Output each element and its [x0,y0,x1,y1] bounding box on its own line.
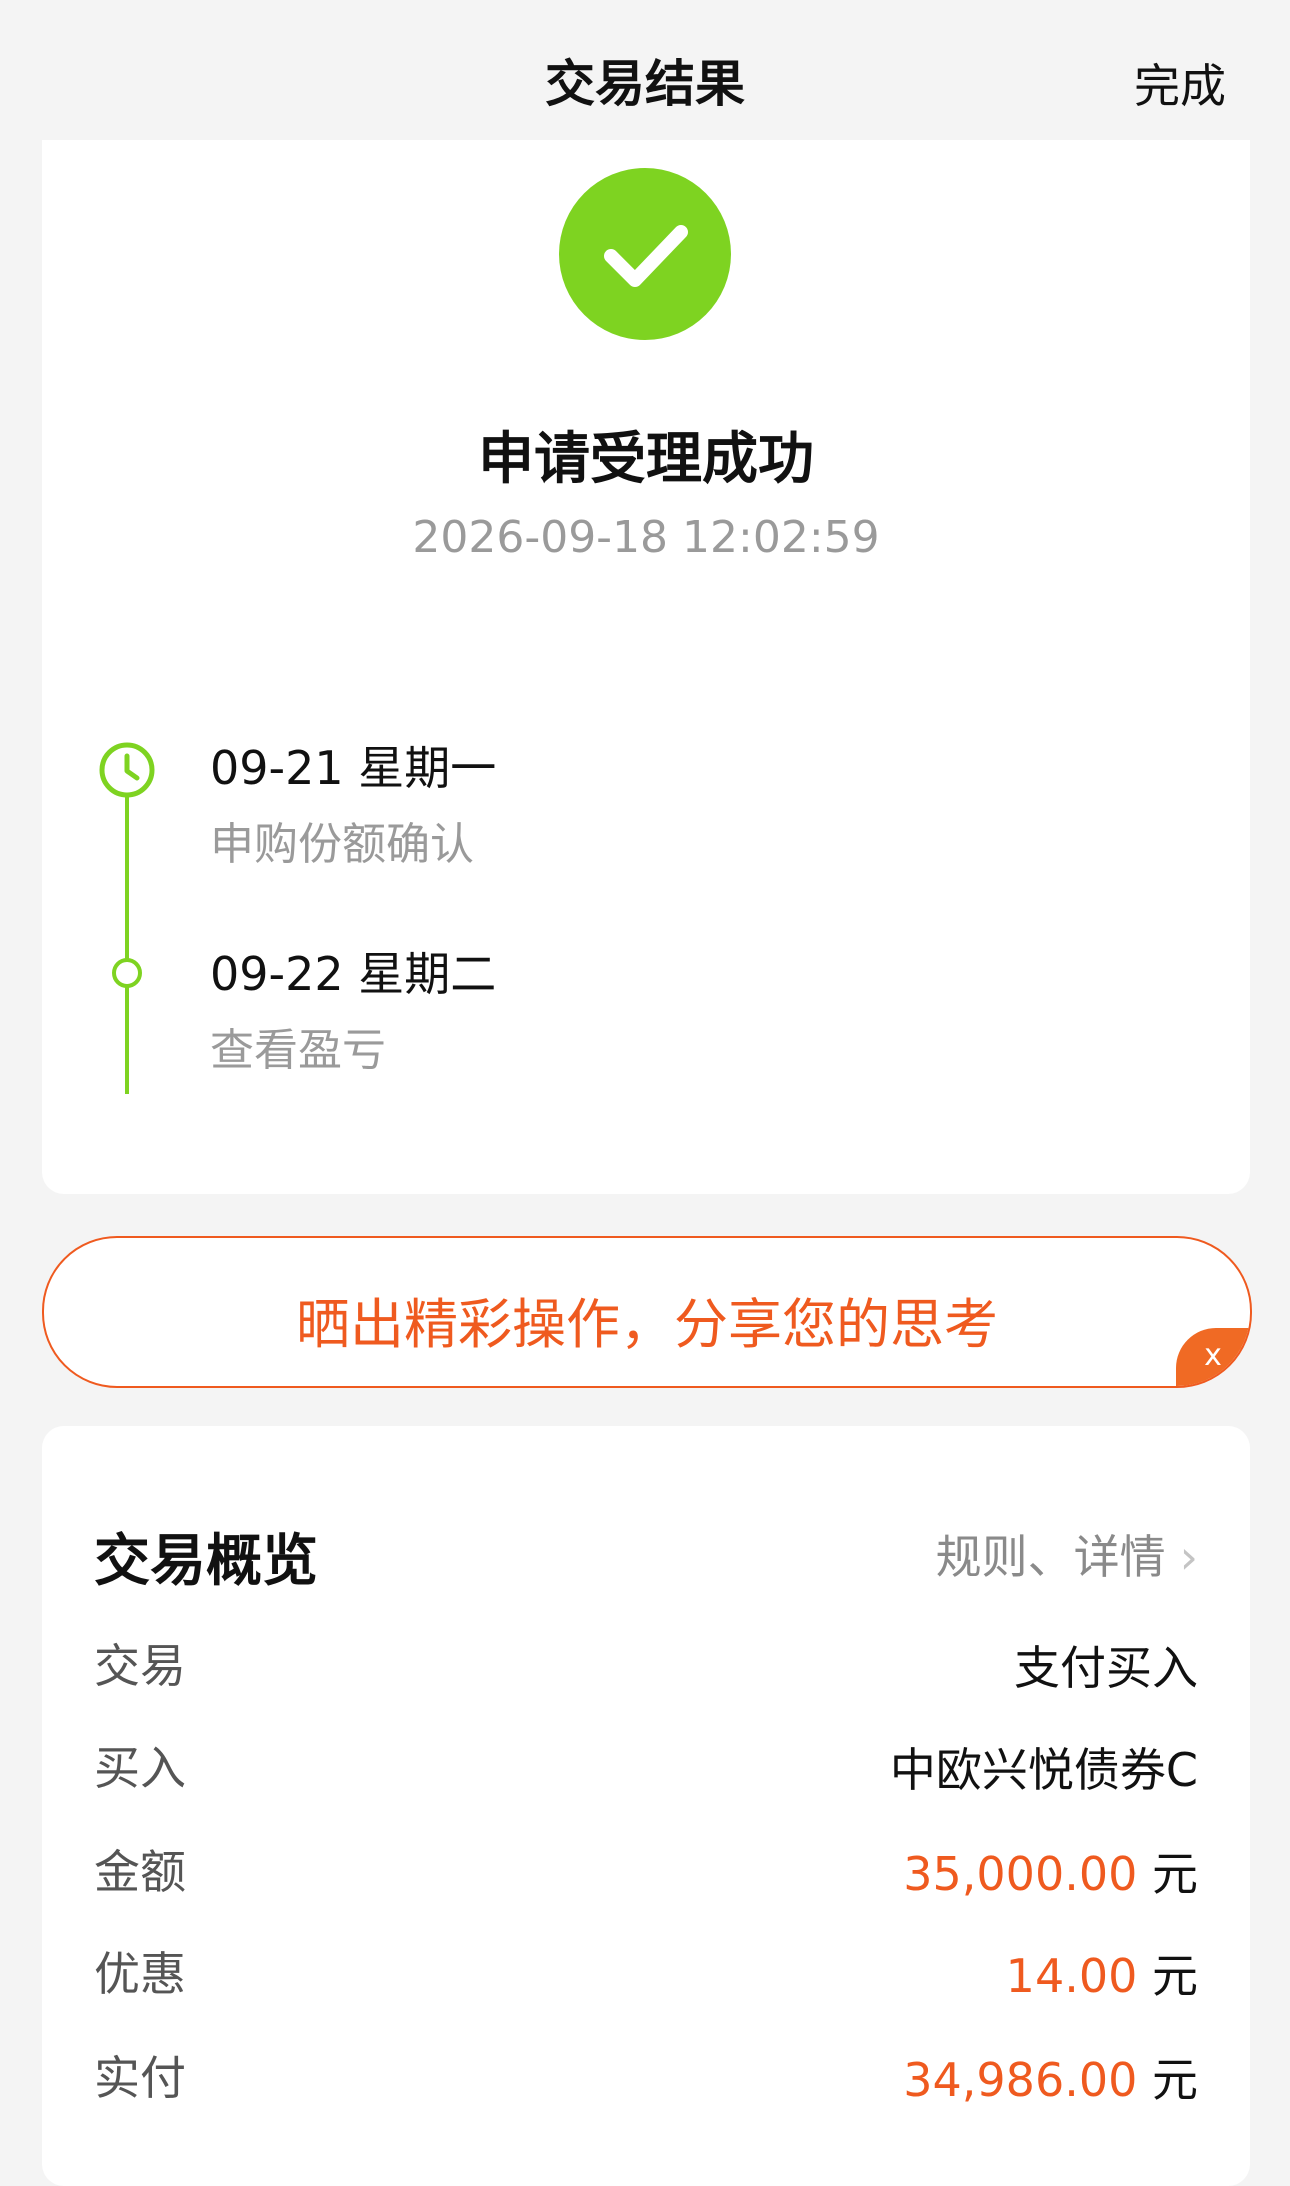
result-timestamp: 2026-09-18 12:02:59 [412,512,880,563]
row-label-paid: 实付 [94,2051,186,2105]
row-value-trade-text: 支付买入 [1014,1641,1198,1695]
page-title: 交易结果 [545,55,745,113]
timeline-step-2-date: 09-22 星期二 [210,947,497,1001]
row-value-paid: 34,986.00 元 [903,2044,1198,2110]
rules-details-label: 规则、详情 [935,1530,1166,1584]
timeline-step-1-date: 09-21 星期一 [210,741,497,795]
dot-icon [112,958,142,988]
overview-title: 交易概览 [94,1529,318,1594]
row-value-discount-unit: 元 [1152,1949,1198,2003]
row-value-discount-number: 14.00 [1005,1949,1138,2003]
top-bar: 交易结果 完成 [0,0,1290,150]
overview-card: 交易概览 规则、详情 › 交易 支付买入 买入 中欧兴悦债券C 金额 35,000… [42,1426,1250,2186]
row-value-amount-number: 35,000.00 [903,1847,1138,1901]
row-value-buy-text: 中欧兴悦债券C [889,1743,1198,1797]
rules-details-link[interactable]: 规则、详情 › [936,1521,1198,1587]
row-value-discount: 14.00 元 [1006,1940,1198,2006]
row-value-buy: 中欧兴悦债券C [890,1734,1198,1800]
row-value-amount-unit: 元 [1152,1847,1198,1901]
row-label-buy: 买入 [94,1741,186,1795]
result-title: 申请受理成功 [478,427,814,492]
row-value-trade: 支付买入 [1014,1632,1198,1698]
timeline-step-2-desc: 查看盈亏 [210,1025,386,1076]
timeline-line [125,762,129,1094]
row-value-paid-number: 34,986.00 [903,2053,1138,2107]
clock-icon [99,742,155,798]
row-label-discount: 优惠 [94,1947,186,2001]
row-label-trade: 交易 [94,1639,186,1693]
done-button[interactable]: 完成 [1134,50,1226,116]
row-value-amount: 35,000.00 元 [903,1838,1198,1904]
chevron-right-icon: › [1179,1530,1198,1584]
share-banner[interactable]: 晒出精彩操作，分享您的思考 x [42,1236,1252,1388]
timeline-step-1-desc: 申购份额确认 [210,819,474,870]
check-circle-icon [559,168,731,340]
share-banner-text: 晒出精彩操作，分享您的思考 [296,1293,998,1356]
row-value-paid-unit: 元 [1152,2053,1198,2107]
row-label-amount: 金额 [94,1845,186,1899]
result-card: 申请受理成功 2026-09-18 12:02:59 09-21 星期一 申购份… [42,140,1250,1194]
